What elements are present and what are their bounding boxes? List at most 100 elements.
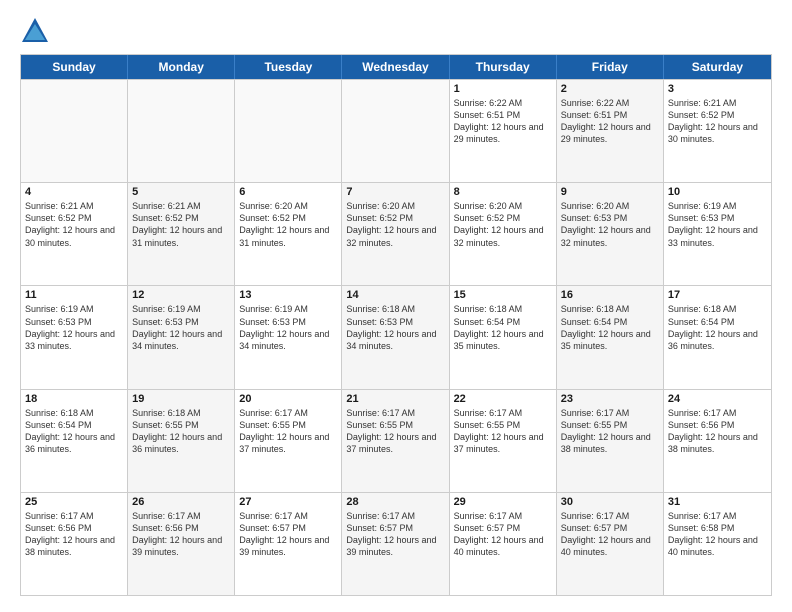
day-number: 23 — [561, 393, 659, 405]
cal-day-8: 8 Sunrise: 6:20 AM Sunset: 6:52 PM Daylig… — [450, 183, 557, 285]
day-number: 13 — [239, 289, 337, 301]
logo-icon — [20, 16, 50, 46]
day-number: 14 — [346, 289, 444, 301]
day-number: 3 — [668, 83, 767, 95]
cal-week-4: 18 Sunrise: 6:18 AM Sunset: 6:54 PM Dayli… — [21, 389, 771, 492]
cal-day-15: 15 Sunrise: 6:18 AM Sunset: 6:54 PM Dayli… — [450, 286, 557, 388]
day-info: Sunrise: 6:18 AM Sunset: 6:54 PM Dayligh… — [25, 407, 123, 456]
logo — [20, 16, 54, 46]
cal-day-13: 13 Sunrise: 6:19 AM Sunset: 6:53 PM Dayli… — [235, 286, 342, 388]
cal-day-22: 22Sunrise: 6:17 AM Sunset: 6:55 PM Dayli… — [450, 390, 557, 492]
day-info: Sunrise: 6:18 AM Sunset: 6:55 PM Dayligh… — [132, 407, 230, 456]
day-number: 9 — [561, 186, 659, 198]
cal-day-29: 29 Sunrise: 6:17 AM Sunset: 6:57 PM Dayli… — [450, 493, 557, 595]
cal-day-31: 31 Sunrise: 6:17 AM Sunset: 6:58 PM Dayli… — [664, 493, 771, 595]
day-info: Sunrise: 6:17 AM Sunset: 6:55 PM Dayligh… — [454, 407, 552, 456]
day-info: Sunrise: 6:18 AM Sunset: 6:54 PM Dayligh… — [561, 303, 659, 352]
day-number: 15 — [454, 289, 552, 301]
cal-day-6: 6 Sunrise: 6:20 AM Sunset: 6:52 PM Daylig… — [235, 183, 342, 285]
cal-day-2: 2 Sunrise: 6:22 AM Sunset: 6:51 PM Daylig… — [557, 80, 664, 182]
cal-day-25: 25 Sunrise: 6:17 AM Sunset: 6:56 PM Dayli… — [21, 493, 128, 595]
cal-week-1: 1Sunrise: 6:22 AM Sunset: 6:51 PM Daylig… — [21, 79, 771, 182]
day-info: Sunrise: 6:20 AM Sunset: 6:53 PM Dayligh… — [561, 200, 659, 249]
cal-empty-cell — [21, 80, 128, 182]
day-number: 11 — [25, 289, 123, 301]
cal-header-day-tuesday: Tuesday — [235, 55, 342, 79]
day-number: 20 — [239, 393, 337, 405]
day-number: 6 — [239, 186, 337, 198]
day-number: 5 — [132, 186, 230, 198]
day-number: 8 — [454, 186, 552, 198]
day-number: 28 — [346, 496, 444, 508]
day-number: 18 — [25, 393, 123, 405]
day-info: Sunrise: 6:18 AM Sunset: 6:54 PM Dayligh… — [668, 303, 767, 352]
cal-day-26: 26 Sunrise: 6:17 AM Sunset: 6:56 PM Dayli… — [128, 493, 235, 595]
cal-day-12: 12Sunrise: 6:19 AM Sunset: 6:53 PM Dayli… — [128, 286, 235, 388]
cal-day-18: 18 Sunrise: 6:18 AM Sunset: 6:54 PM Dayli… — [21, 390, 128, 492]
day-number: 16 — [561, 289, 659, 301]
cal-day-9: 9 Sunrise: 6:20 AM Sunset: 6:53 PM Daylig… — [557, 183, 664, 285]
day-info: Sunrise: 6:17 AM Sunset: 6:57 PM Dayligh… — [561, 510, 659, 559]
day-info: Sunrise: 6:17 AM Sunset: 6:57 PM Dayligh… — [346, 510, 444, 559]
cal-day-17: 17 Sunrise: 6:18 AM Sunset: 6:54 PM Dayli… — [664, 286, 771, 388]
day-info: Sunrise: 6:20 AM Sunset: 6:52 PM Dayligh… — [239, 200, 337, 249]
calendar-body: 1Sunrise: 6:22 AM Sunset: 6:51 PM Daylig… — [21, 79, 771, 595]
calendar-header: SundayMondayTuesdayWednesdayThursdayFrid… — [21, 55, 771, 79]
day-info: Sunrise: 6:18 AM Sunset: 6:53 PM Dayligh… — [346, 303, 444, 352]
day-number: 10 — [668, 186, 767, 198]
cal-header-day-monday: Monday — [128, 55, 235, 79]
day-info: Sunrise: 6:17 AM Sunset: 6:56 PM Dayligh… — [25, 510, 123, 559]
day-info: Sunrise: 6:17 AM Sunset: 6:58 PM Dayligh… — [668, 510, 767, 559]
cal-header-day-sunday: Sunday — [21, 55, 128, 79]
day-number: 27 — [239, 496, 337, 508]
cal-day-24: 24 Sunrise: 6:17 AM Sunset: 6:56 PM Dayli… — [664, 390, 771, 492]
day-number: 4 — [25, 186, 123, 198]
day-info: Sunrise: 6:19 AM Sunset: 6:53 PM Dayligh… — [668, 200, 767, 249]
day-info: Sunrise: 6:18 AM Sunset: 6:54 PM Dayligh… — [454, 303, 552, 352]
day-info: Sunrise: 6:21 AM Sunset: 6:52 PM Dayligh… — [25, 200, 123, 249]
day-info: Sunrise: 6:17 AM Sunset: 6:55 PM Dayligh… — [346, 407, 444, 456]
day-info: Sunrise: 6:19 AM Sunset: 6:53 PM Dayligh… — [239, 303, 337, 352]
day-info: Sunrise: 6:20 AM Sunset: 6:52 PM Dayligh… — [454, 200, 552, 249]
cal-day-23: 23 Sunrise: 6:17 AM Sunset: 6:55 PM Dayli… — [557, 390, 664, 492]
day-number: 30 — [561, 496, 659, 508]
cal-day-10: 10 Sunrise: 6:19 AM Sunset: 6:53 PM Dayli… — [664, 183, 771, 285]
cal-week-3: 11 Sunrise: 6:19 AM Sunset: 6:53 PM Dayli… — [21, 285, 771, 388]
cal-day-4: 4 Sunrise: 6:21 AM Sunset: 6:52 PM Daylig… — [21, 183, 128, 285]
day-info: Sunrise: 6:17 AM Sunset: 6:55 PM Dayligh… — [561, 407, 659, 456]
cal-day-16: 16 Sunrise: 6:18 AM Sunset: 6:54 PM Dayli… — [557, 286, 664, 388]
page: SundayMondayTuesdayWednesdayThursdayFrid… — [0, 0, 792, 612]
cal-day-28: 28 Sunrise: 6:17 AM Sunset: 6:57 PM Dayli… — [342, 493, 449, 595]
day-number: 31 — [668, 496, 767, 508]
day-number: 21 — [346, 393, 444, 405]
day-number: 7 — [346, 186, 444, 198]
cal-week-5: 25 Sunrise: 6:17 AM Sunset: 6:56 PM Dayli… — [21, 492, 771, 595]
day-info: Sunrise: 6:22 AM Sunset: 6:51 PM Dayligh… — [561, 97, 659, 146]
day-number: 29 — [454, 496, 552, 508]
day-number: 19 — [132, 393, 230, 405]
cal-header-day-saturday: Saturday — [664, 55, 771, 79]
cal-header-day-friday: Friday — [557, 55, 664, 79]
day-number: 2 — [561, 83, 659, 95]
cal-day-20: 20 Sunrise: 6:17 AM Sunset: 6:55 PM Dayli… — [235, 390, 342, 492]
day-info: Sunrise: 6:17 AM Sunset: 6:56 PM Dayligh… — [668, 407, 767, 456]
cal-day-7: 7 Sunrise: 6:20 AM Sunset: 6:52 PM Daylig… — [342, 183, 449, 285]
day-info: Sunrise: 6:20 AM Sunset: 6:52 PM Dayligh… — [346, 200, 444, 249]
day-number: 25 — [25, 496, 123, 508]
day-info: Sunrise: 6:19 AM Sunset: 6:53 PM Dayligh… — [132, 303, 230, 352]
day-info: Sunrise: 6:17 AM Sunset: 6:57 PM Dayligh… — [454, 510, 552, 559]
cal-empty-cell — [342, 80, 449, 182]
day-number: 24 — [668, 393, 767, 405]
day-info: Sunrise: 6:17 AM Sunset: 6:55 PM Dayligh… — [239, 407, 337, 456]
day-info: Sunrise: 6:17 AM Sunset: 6:56 PM Dayligh… — [132, 510, 230, 559]
day-number: 17 — [668, 289, 767, 301]
day-number: 26 — [132, 496, 230, 508]
cal-header-day-wednesday: Wednesday — [342, 55, 449, 79]
day-info: Sunrise: 6:17 AM Sunset: 6:57 PM Dayligh… — [239, 510, 337, 559]
day-info: Sunrise: 6:19 AM Sunset: 6:53 PM Dayligh… — [25, 303, 123, 352]
header — [20, 16, 772, 46]
calendar: SundayMondayTuesdayWednesdayThursdayFrid… — [20, 54, 772, 596]
cal-week-2: 4 Sunrise: 6:21 AM Sunset: 6:52 PM Daylig… — [21, 182, 771, 285]
day-info: Sunrise: 6:21 AM Sunset: 6:52 PM Dayligh… — [668, 97, 767, 146]
cal-empty-cell — [235, 80, 342, 182]
